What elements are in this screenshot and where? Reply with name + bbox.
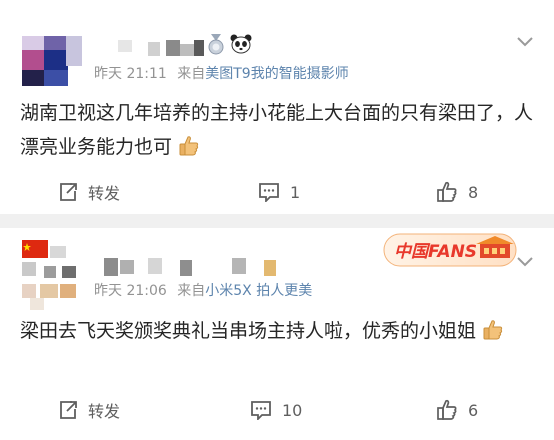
weibo-post: 中国FANS 昨天 21:06 来自小米5X 拍人更美 梁田去飞天奖颁奖典礼当串… <box>0 228 554 440</box>
comment-icon <box>251 401 271 420</box>
like-icon <box>437 181 457 202</box>
comment-button[interactable]: 1 <box>258 180 300 204</box>
weibo-post: 昨天 21:11 来自美图T9我的智能摄影师 湖南卫视这几年培养的主持小花能上大… <box>0 0 554 214</box>
post-time: 昨天 21:06 <box>94 283 167 299</box>
post-actions: 转发 1 8 <box>0 180 554 204</box>
post-time: 昨天 21:11 <box>94 66 167 82</box>
badge-text: 中国FANS <box>394 242 477 262</box>
repost-button[interactable]: 转发 <box>58 398 120 422</box>
repost-label: 转发 <box>88 184 121 203</box>
post-source-link[interactable]: 美图T9我的智能摄影师 <box>205 66 348 82</box>
post-text: 梁田去飞天奖颁奖典礼当串场主持人啦，优秀的小姐姐 <box>20 320 477 342</box>
comment-button[interactable]: 10 <box>250 398 302 422</box>
from-label: 来自 <box>177 66 206 82</box>
username-blurred[interactable] <box>104 256 284 276</box>
post-text: 湖南卫视这几年培养的主持小花能上大台面的只有梁田了，人漂亮业务能力也可 <box>20 102 534 158</box>
repost-label: 转发 <box>88 402 121 421</box>
panda-emoji-icon <box>230 34 252 54</box>
chevron-down-icon[interactable] <box>516 36 534 48</box>
repost-icon <box>60 401 77 419</box>
china-flag-icon <box>22 240 48 258</box>
post-content: 湖南卫视这几年培养的主持小花能上大台面的只有梁田了，人漂亮业务能力也可 <box>20 96 536 164</box>
repost-button[interactable]: 转发 <box>58 180 120 204</box>
comment-icon <box>259 183 279 202</box>
thumbs-up-emoji <box>483 320 503 340</box>
post-content: 梁田去飞天奖颁奖典礼当串场主持人啦，优秀的小姐姐 <box>20 314 536 348</box>
post-meta: 昨天 21:11 来自美图T9我的智能摄影师 <box>94 63 349 83</box>
like-count: 6 <box>468 400 479 420</box>
like-icon <box>437 399 457 420</box>
thumbs-up-emoji <box>179 136 199 156</box>
china-fans-badge-icon: 中国FANS <box>383 233 517 267</box>
post-meta: 昨天 21:06 来自小米5X 拍人更美 <box>94 280 312 300</box>
repost-icon <box>60 183 77 201</box>
chevron-down-icon[interactable] <box>516 256 534 268</box>
silver-medal-badge-icon <box>208 34 224 55</box>
user-avatar[interactable] <box>22 240 82 310</box>
user-avatar[interactable] <box>22 36 82 86</box>
like-button[interactable]: 6 <box>436 398 478 422</box>
like-button[interactable]: 8 <box>436 180 478 204</box>
post-actions: 转发 10 6 <box>0 398 554 422</box>
from-label: 来自 <box>177 283 206 299</box>
post-source-link[interactable]: 小米5X 拍人更美 <box>205 283 312 299</box>
username-blurred[interactable] <box>118 38 206 58</box>
comment-count: 1 <box>290 182 301 202</box>
comment-count: 10 <box>282 400 303 420</box>
like-count: 8 <box>468 182 479 202</box>
